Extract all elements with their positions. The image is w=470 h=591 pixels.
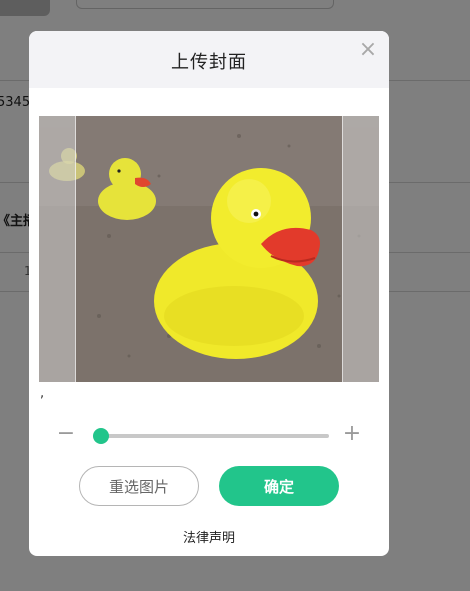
crop-box[interactable] xyxy=(75,116,343,382)
stray-comma-text: , xyxy=(40,386,45,401)
upload-cover-dialog: 上传封面 × , − + 重选图片 确定 法律声明 xyxy=(29,31,389,556)
zoom-control: − + xyxy=(29,421,389,451)
zoom-out-icon[interactable]: − xyxy=(56,423,76,445)
zoom-slider-thumb[interactable] xyxy=(93,428,109,444)
confirm-button[interactable]: 确定 xyxy=(219,466,339,506)
zoom-slider[interactable] xyxy=(93,428,329,444)
legal-statement-link[interactable]: 法律声明 xyxy=(29,527,389,546)
close-icon[interactable]: × xyxy=(357,39,379,61)
dialog-title: 上传封面 xyxy=(171,51,247,73)
reselect-image-button[interactable]: 重选图片 xyxy=(79,466,199,506)
zoom-in-icon[interactable]: + xyxy=(342,423,362,445)
image-cropper[interactable] xyxy=(39,116,379,382)
duck-photo xyxy=(76,116,342,382)
dialog-header: 上传封面 × xyxy=(29,31,389,88)
